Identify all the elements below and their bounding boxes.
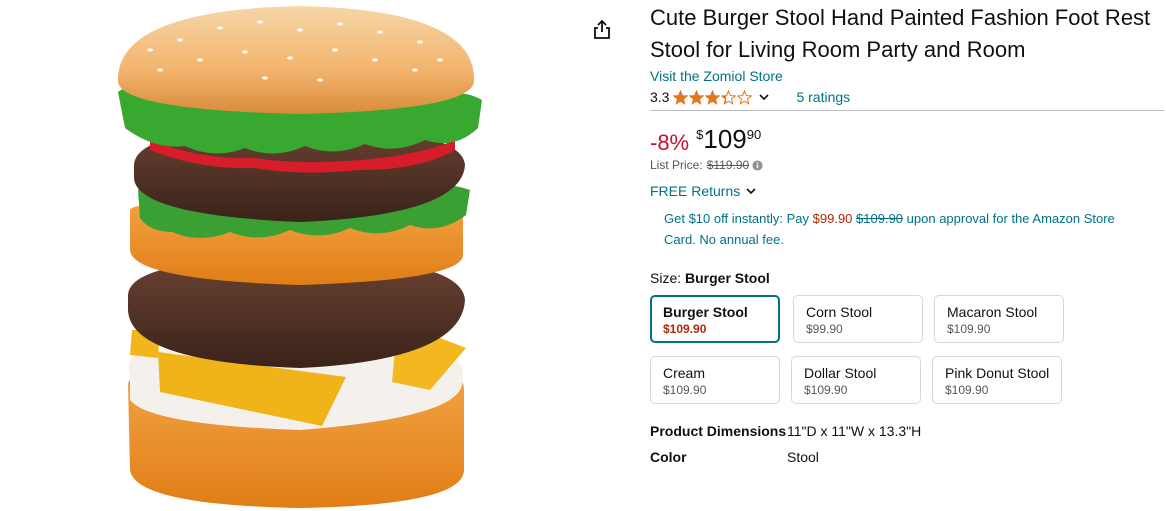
size-option-price: $109.90: [947, 322, 991, 336]
spec-value: 11"D x 11"W x 13.3"H: [787, 423, 922, 439]
size-option[interactable]: Pink Donut Stool $109.90: [932, 356, 1062, 404]
current-price: $ 109 90: [696, 125, 761, 153]
size-option-price: $99.90: [806, 322, 843, 336]
star-icon: [673, 89, 689, 105]
rating-value: 3.3: [650, 89, 670, 105]
spec-key: Product Dimensions: [650, 423, 787, 439]
offer-new-price: $99.90: [812, 211, 853, 226]
size-option-price: $109.90: [663, 322, 707, 336]
size-option[interactable]: Burger Stool $109.90: [650, 295, 780, 343]
product-info: Cute Burger Stool Hand Painted Fashion F…: [650, 0, 1166, 473]
price-symbol: $: [696, 127, 704, 142]
star-icon: [737, 89, 753, 105]
size-option[interactable]: Corn Stool $99.90: [793, 295, 923, 343]
rating-row: 3.3 5 ratings: [650, 87, 1166, 107]
star-rating[interactable]: [673, 89, 753, 105]
list-price: List Price: $119.90: [650, 158, 1166, 172]
store-card-offer[interactable]: Get $10 off instantly: Pay $99.90 $109.9…: [664, 208, 1144, 250]
size-selected: Burger Stool: [685, 270, 770, 286]
spec-row: Product Dimensions 11"D x 11"W x 13.3"H: [650, 421, 1166, 441]
size-option-price: $109.90: [945, 383, 989, 397]
size-option-price: $109.90: [663, 383, 707, 397]
list-price-value: $119.90: [706, 158, 750, 172]
size-option[interactable]: Dollar Stool $109.90: [791, 356, 921, 404]
size-label: Size: Burger Stool: [650, 270, 1166, 286]
price-row: -8% $ 109 90: [650, 125, 1166, 155]
offer-old-price: $109.90: [856, 211, 904, 226]
chevron-down-icon[interactable]: [758, 91, 770, 103]
size-option-name: Corn Stool: [806, 304, 873, 320]
ratings-count-link[interactable]: 5 ratings: [796, 89, 850, 105]
free-returns-label: FREE Returns: [650, 183, 741, 199]
size-option-name: Dollar Stool: [804, 365, 877, 381]
info-icon[interactable]: [752, 159, 763, 171]
size-option-price: $109.90: [804, 383, 848, 397]
star-icon: [721, 89, 737, 105]
size-option-name: Macaron Stool: [947, 304, 1038, 320]
chevron-down-icon: [746, 188, 756, 195]
size-label-text: Size:: [650, 270, 682, 286]
store-link[interactable]: Visit the Zomiol Store: [650, 68, 1166, 84]
size-option-name: Burger Stool: [663, 304, 748, 320]
star-icon: [689, 89, 705, 105]
offer-prefix: Get $10 off instantly: Pay: [664, 211, 810, 226]
star-icon: [705, 89, 721, 105]
spec-value: Stool: [787, 449, 819, 465]
discount-percent: -8%: [650, 130, 690, 155]
size-option[interactable]: Cream $109.90: [650, 356, 780, 404]
spec-row: Color Stool: [650, 447, 1166, 467]
product-title: Cute Burger Stool Hand Painted Fashion F…: [650, 5, 1151, 62]
free-returns[interactable]: FREE Returns: [650, 183, 1166, 199]
size-option[interactable]: Macaron Stool $109.90: [934, 295, 1064, 343]
share-icon[interactable]: [590, 18, 614, 42]
price-whole: 109: [703, 124, 747, 154]
divider: [650, 110, 1164, 111]
size-options: Burger Stool $109.90 Corn Stool $99.90 M…: [650, 295, 1166, 407]
size-option-name: Pink Donut Stool: [945, 365, 1050, 381]
size-option-name: Cream: [663, 365, 706, 381]
product-specs: Product Dimensions 11"D x 11"W x 13.3"H …: [650, 421, 1166, 467]
list-price-label: List Price:: [650, 158, 703, 172]
spec-key: Color: [650, 449, 687, 465]
product-image[interactable]: [0, 0, 590, 511]
price-fraction: 90: [746, 127, 762, 142]
burger-stool-image: [117, 6, 482, 508]
